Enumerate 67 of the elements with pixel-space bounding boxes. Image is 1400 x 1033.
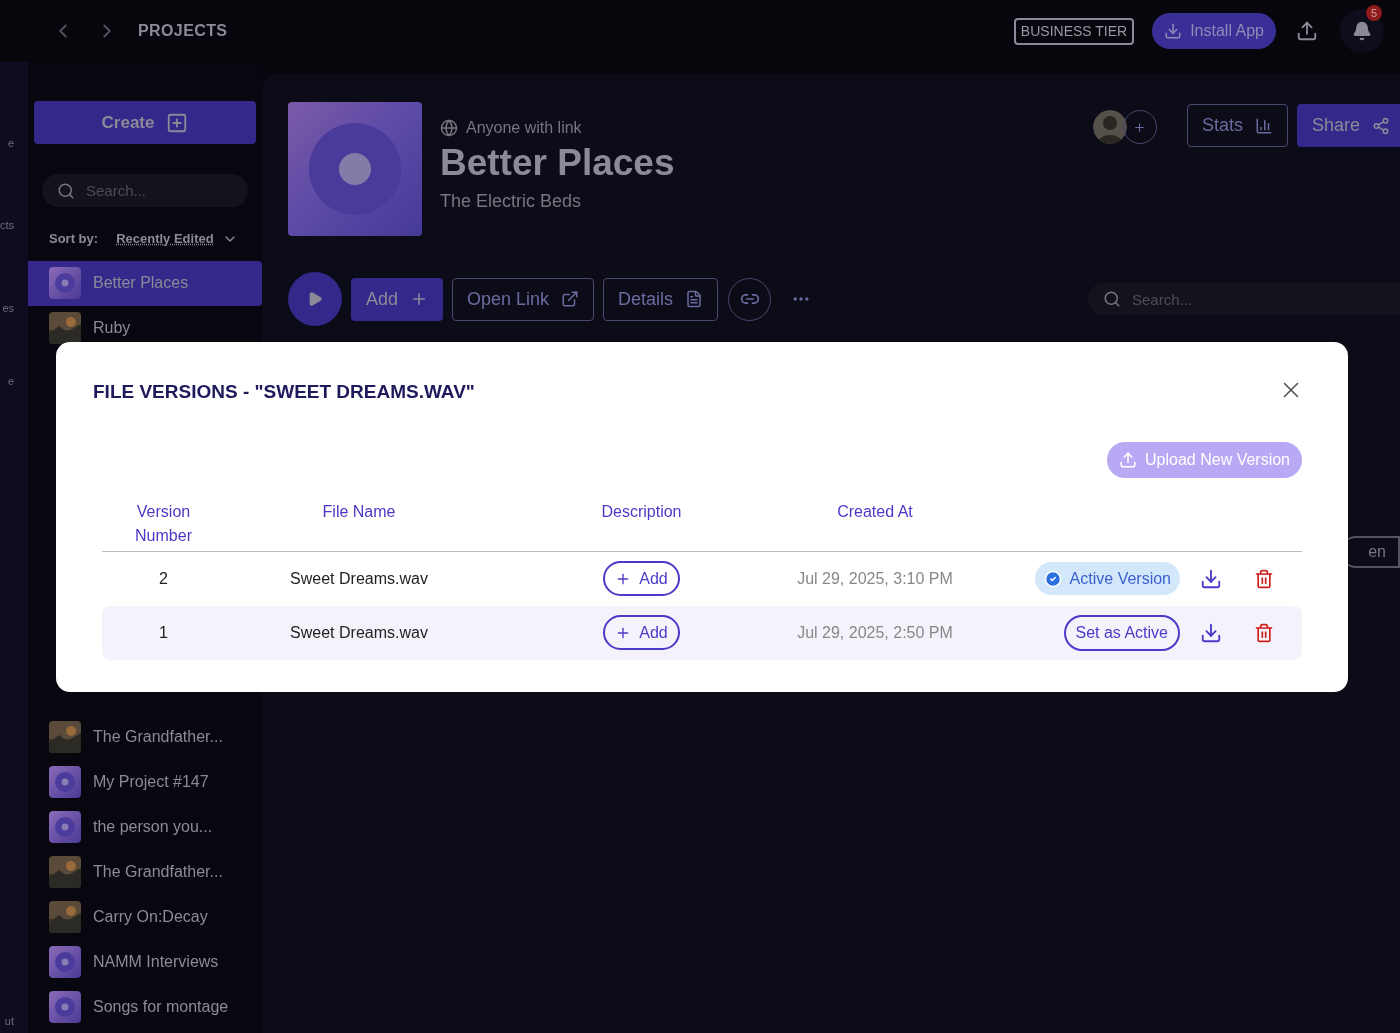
notification-count: 5: [1366, 5, 1382, 21]
download-icon[interactable]: [1200, 567, 1222, 590]
project-list-item[interactable]: the person you...: [28, 804, 262, 850]
play-button[interactable]: [288, 272, 342, 326]
created-at: Jul 29, 2025, 3:10 PM: [796, 568, 954, 589]
plus-square-icon: [166, 111, 189, 134]
globe-icon: [440, 119, 458, 137]
upload-icon: [1119, 450, 1138, 469]
install-app-button[interactable]: Install App: [1152, 13, 1276, 49]
add-description-button[interactable]: Add: [603, 615, 680, 650]
sort-dropdown[interactable]: Recently Edited: [116, 229, 238, 249]
column-header: Version Number: [134, 501, 193, 546]
external-link-icon: [561, 290, 580, 308]
stats-button[interactable]: Stats: [1186, 104, 1288, 147]
project-title: Better Places: [440, 141, 675, 185]
add-button[interactable]: Add: [351, 277, 444, 321]
create-button[interactable]: Create: [34, 101, 256, 144]
search-icon: [1103, 290, 1121, 308]
rail-label[interactable]: cts: [0, 218, 14, 232]
share-button[interactable]: Share: [1296, 104, 1400, 147]
project-list-item[interactable]: NAMM Interviews: [28, 939, 262, 985]
document-icon: [685, 290, 704, 308]
search-field[interactable]: Search...: [42, 174, 248, 207]
avatar[interactable]: [1092, 110, 1127, 144]
project-list-item[interactable]: The Grandfather...: [28, 849, 262, 895]
play-icon: [307, 291, 323, 307]
dialog-title: FILE VERSIONS - "SWEET DREAMS.WAV": [93, 380, 475, 404]
project-list-item[interactable]: The Grandfather...: [28, 714, 262, 760]
project-list-item[interactable]: My Project #147: [28, 759, 262, 805]
column-header: Description: [600, 501, 683, 522]
rail-label[interactable]: ut: [0, 1014, 14, 1028]
bar-chart-icon: [1254, 116, 1273, 135]
search-icon: [57, 182, 75, 200]
share-icon: [1372, 116, 1390, 135]
project-list-item[interactable]: Better Places: [28, 260, 262, 306]
file-name: Sweet Dreams.wav: [289, 622, 429, 643]
rail-label[interactable]: e: [0, 374, 14, 388]
search-field[interactable]: Search...: [1088, 283, 1400, 315]
project-list-item[interactable]: Songs for montage: [28, 984, 262, 1030]
artist-name: The Electric Beds: [440, 190, 583, 213]
sort-label: Sort by:: [49, 230, 99, 248]
version-number: 2: [158, 568, 169, 589]
created-at: Jul 29, 2025, 2:50 PM: [796, 622, 954, 643]
visibility-label: Anyone with link: [466, 118, 582, 138]
rail-label[interactable]: e: [0, 136, 14, 150]
trash-icon[interactable]: [1254, 622, 1274, 643]
project-list-item[interactable]: Ruby: [28, 305, 262, 351]
file-name: Sweet Dreams.wav: [289, 568, 429, 589]
version-number: 1: [158, 622, 169, 643]
column-header: File Name: [321, 501, 397, 522]
trash-icon[interactable]: [1254, 568, 1274, 589]
active-version-badge: Active Version: [1034, 562, 1180, 595]
project-list-item[interactable]: Carry On:Decay: [28, 894, 262, 940]
page-title: PROJECTS: [138, 21, 228, 41]
tier-badge: BUSINESS TIER: [1013, 17, 1135, 45]
add-description-button[interactable]: Add: [603, 561, 680, 596]
bell-icon: [1352, 21, 1372, 41]
check-icon: [1043, 569, 1062, 588]
open-link-button[interactable]: Open Link: [452, 277, 595, 321]
set-as-active-button[interactable]: Set as Active: [1063, 614, 1180, 651]
download-icon: [1164, 22, 1183, 40]
plus-icon: [1133, 120, 1147, 134]
details-button[interactable]: Details: [603, 277, 719, 321]
column-header: Created At: [836, 501, 914, 522]
download-icon[interactable]: [1200, 621, 1222, 644]
upload-icon[interactable]: [1296, 20, 1318, 42]
rail-label[interactable]: es: [0, 301, 14, 315]
